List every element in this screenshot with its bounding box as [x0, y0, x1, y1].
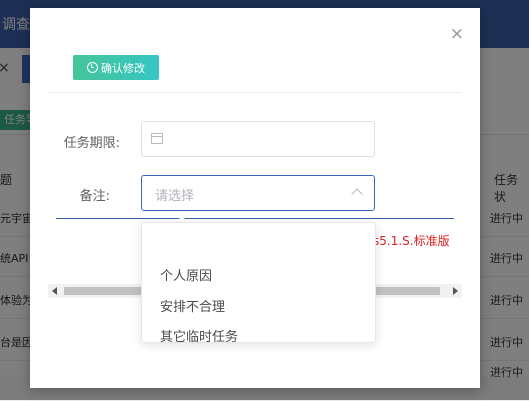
tab-underline [56, 218, 454, 219]
close-icon[interactable]: × [450, 26, 464, 43]
select-placeholder: 请选择 [155, 189, 195, 204]
confirm-edit-label: 确认修改 [101, 61, 145, 75]
option-other-temp-task[interactable]: 其它临时任务 [160, 326, 238, 345]
option-personal-reason[interactable]: 个人原因 [160, 265, 212, 284]
option-unreasonable-arrangement[interactable]: 安排不合理 [160, 296, 225, 315]
scroll-right-icon[interactable] [453, 287, 458, 295]
note-select[interactable]: 请选择 [141, 175, 375, 211]
deadline-date-input[interactable] [141, 121, 375, 157]
calendar-icon [151, 133, 163, 144]
clock-icon [87, 62, 98, 73]
divider [48, 92, 462, 93]
note-label: 备注: [79, 189, 110, 204]
version-text: s5.1.S.标准版 [373, 234, 450, 248]
deadline-label: 任务期限: [63, 136, 120, 151]
confirm-edit-button[interactable]: 确认修改 [73, 55, 159, 80]
note-options-dropdown: 个人原因 安排不合理 其它临时任务 [141, 222, 376, 345]
scroll-left-icon[interactable] [52, 287, 57, 295]
chevron-up-icon [351, 188, 363, 200]
